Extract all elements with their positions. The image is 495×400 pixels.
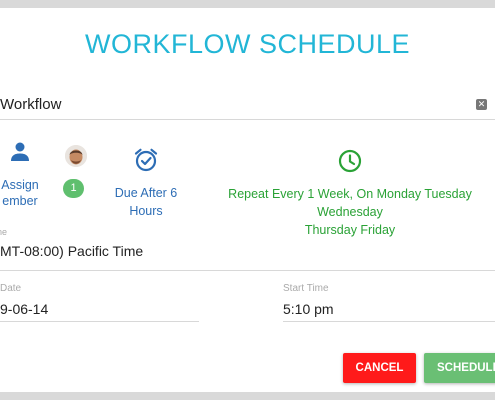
start-time-value: 5:10 pm [283, 301, 334, 317]
repeat-button[interactable]: Repeat Every 1 Week, On Monday Tuesday W… [205, 148, 495, 239]
start-date-value: 9-06-14 [0, 301, 49, 317]
alarm-clock-icon [134, 148, 158, 172]
start-time-label: Start Time [283, 283, 329, 294]
workflow-field[interactable]: Workflow ✕ [0, 92, 495, 120]
workflow-schedule-dialog: WORKFLOW SCHEDULE Workflow ✕ Assign embe… [0, 8, 495, 392]
timezone-label: one [0, 227, 8, 237]
workflow-value: Workflow [0, 96, 62, 113]
avatar[interactable] [65, 145, 87, 167]
assign-member-button[interactable]: Assign ember [0, 140, 44, 209]
start-time-field[interactable]: Start Time 5:10 pm [283, 283, 495, 322]
assign-label-line2: ember [2, 194, 38, 208]
timezone-field[interactable]: one MT-08:00) Pacific Time [0, 227, 495, 271]
repeat-label-line1: Repeat Every 1 Week, On Monday Tuesday W… [228, 187, 472, 219]
cancel-button[interactable]: CANCEL [343, 353, 416, 383]
schedule-button[interactable]: SCHEDULE [424, 353, 495, 383]
assignee-count-badge: 1 [63, 179, 84, 198]
dialog-title: WORKFLOW SCHEDULE [84, 29, 411, 59]
avatar-face-icon [65, 145, 87, 167]
timezone-value: MT-08:00) Pacific Time [0, 243, 144, 259]
start-date-field[interactable]: Date 9-06-14 [0, 283, 199, 322]
due-button[interactable]: Due After 6 Hours [108, 147, 184, 220]
due-label-line1: Due After 6 [114, 186, 178, 200]
clock-icon [338, 149, 362, 173]
due-label-line2: Hours [129, 204, 163, 218]
assign-label-line1: Assign [1, 178, 39, 192]
person-icon [11, 142, 29, 161]
close-icon[interactable]: ✕ [476, 99, 487, 110]
start-date-label: Date [0, 283, 22, 294]
